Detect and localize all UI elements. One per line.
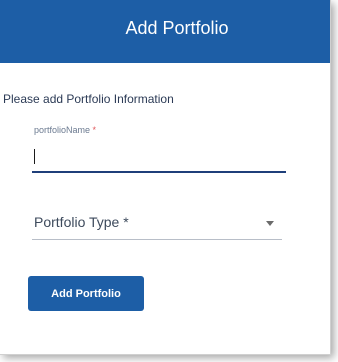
text-caret (34, 149, 35, 164)
required-mark: * (92, 125, 97, 135)
dialog-title: Add Portfolio (125, 18, 229, 38)
portfolio-type-placeholder: Portfolio Type * (34, 214, 129, 230)
portfolio-name-label-text: portfolioName (34, 125, 91, 135)
portfolio-name-input[interactable] (32, 143, 286, 173)
portfolio-type-select[interactable]: Portfolio Type * (32, 205, 282, 240)
portfolio-name-label: portfolioName * (34, 125, 96, 135)
instructions-text: Please add Portfolio Information (3, 92, 174, 106)
add-portfolio-dialog: Add Portfolio Please add Portfolio Infor… (0, 0, 331, 355)
chevron-down-icon (266, 221, 274, 226)
add-portfolio-button[interactable]: Add Portfolio (28, 276, 144, 311)
dialog-header: Add Portfolio (0, 0, 330, 63)
